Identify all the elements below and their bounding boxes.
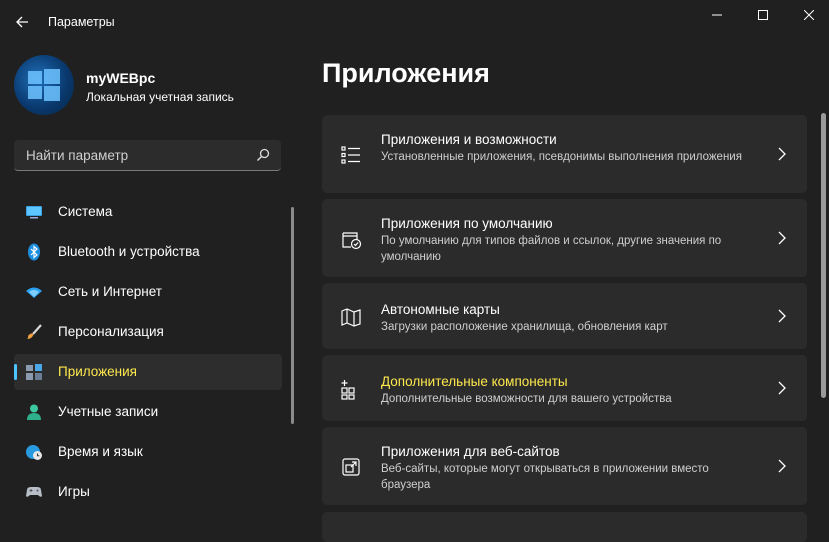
chevron-right-icon <box>778 381 786 395</box>
open-web-icon <box>342 458 360 476</box>
list-icon <box>341 146 360 164</box>
gamepad-icon <box>26 487 42 497</box>
chevron-right-icon <box>778 309 786 323</box>
card-subtitle: Дополнительные возможности для вашего ус… <box>381 393 672 405</box>
card-subtitle: Веб-сайты, которые могут открываться в п… <box>381 463 709 491</box>
maximize-icon <box>758 10 768 20</box>
card-title: Приложения по умолчанию <box>381 216 553 231</box>
search-icon[interactable] <box>255 147 271 163</box>
map-icon <box>341 308 361 327</box>
close-button[interactable] <box>786 0 829 30</box>
sidebar-item-label: Персонализация <box>58 324 164 339</box>
monitor-icon <box>26 206 42 219</box>
chevron-right-icon <box>778 231 786 245</box>
sidebar-item-label: Система <box>58 204 113 219</box>
sidebar-item-gaming[interactable]: Игры <box>14 474 282 510</box>
brush-icon <box>27 324 42 339</box>
sidebar-item-personalization[interactable]: Персонализация <box>14 314 282 350</box>
app-title: Параметры <box>48 15 115 29</box>
card-subtitle: По умолчанию для типов файлов и ссылок, … <box>381 235 722 263</box>
chevron-right-icon <box>778 459 786 473</box>
arrow-left-icon <box>16 16 28 28</box>
bluetooth-icon <box>28 243 40 261</box>
sidebar-item-label: Учетные записи <box>58 404 159 419</box>
search-box[interactable] <box>14 140 281 171</box>
card-optional-features[interactable]: Дополнительные компоненты Дополнительные… <box>322 355 807 421</box>
card-title: Дополнительные компоненты <box>381 374 568 389</box>
sidebar-item-label: Игры <box>58 484 90 499</box>
default-apps-icon <box>342 232 362 250</box>
sidebar-item-network[interactable]: Сеть и Интернет <box>14 274 282 310</box>
account-type: Локальная учетная запись <box>86 90 234 104</box>
sidebar-item-system[interactable]: Система <box>14 194 282 230</box>
add-components-icon <box>341 380 355 400</box>
back-button[interactable] <box>8 8 36 36</box>
user-name: myWEBpc <box>86 70 156 86</box>
chevron-right-icon <box>778 147 786 161</box>
sidebar-item-accounts[interactable]: Учетные записи <box>14 394 282 430</box>
card-offline-maps[interactable]: Автономные карты Загрузки расположение х… <box>322 283 807 349</box>
sidebar-item-label: Время и язык <box>58 444 143 459</box>
search-input[interactable] <box>24 140 248 171</box>
sidebar-item-time-language[interactable]: Время и язык <box>14 434 282 470</box>
page-title: Приложения <box>322 58 490 88</box>
card-title: Приложения и возможности <box>381 132 557 147</box>
apps-icon <box>26 364 42 380</box>
close-icon <box>804 10 814 20</box>
minimize-icon <box>712 14 722 16</box>
active-indicator <box>14 364 17 380</box>
globe-clock-icon <box>26 445 42 460</box>
sidebar-item-label: Сеть и Интернет <box>58 284 162 299</box>
card-title: Автономные карты <box>381 302 500 317</box>
card-subtitle: Установленные приложения, псевдонимы вып… <box>381 151 742 163</box>
card-next-partial[interactable] <box>322 512 807 542</box>
wifi-icon <box>26 287 42 298</box>
avatar[interactable] <box>14 55 74 115</box>
sidebar-item-apps[interactable]: Приложения <box>14 354 282 390</box>
maximize-button[interactable] <box>740 0 786 30</box>
main-scrollbar[interactable] <box>821 113 826 398</box>
card-subtitle: Загрузки расположение хранилища, обновле… <box>381 321 668 333</box>
card-apps-for-websites[interactable]: Приложения для веб-сайтов Веб-сайты, кот… <box>322 427 807 505</box>
card-default-apps[interactable]: Приложения по умолчанию По умолчанию для… <box>322 199 807 277</box>
card-title: Приложения для веб-сайтов <box>381 444 560 459</box>
windows-logo-icon <box>28 69 60 101</box>
sidebar-scrollbar[interactable] <box>291 207 294 424</box>
sidebar-item-bluetooth[interactable]: Bluetooth и устройства <box>14 234 282 270</box>
person-icon <box>27 404 41 420</box>
sidebar-item-label: Bluetooth и устройства <box>58 244 200 259</box>
sidebar-item-label: Приложения <box>58 364 137 379</box>
card-apps-features[interactable]: Приложения и возможности Установленные п… <box>322 115 807 193</box>
title-bar: Параметры <box>0 0 829 40</box>
minimize-button[interactable] <box>694 0 740 30</box>
